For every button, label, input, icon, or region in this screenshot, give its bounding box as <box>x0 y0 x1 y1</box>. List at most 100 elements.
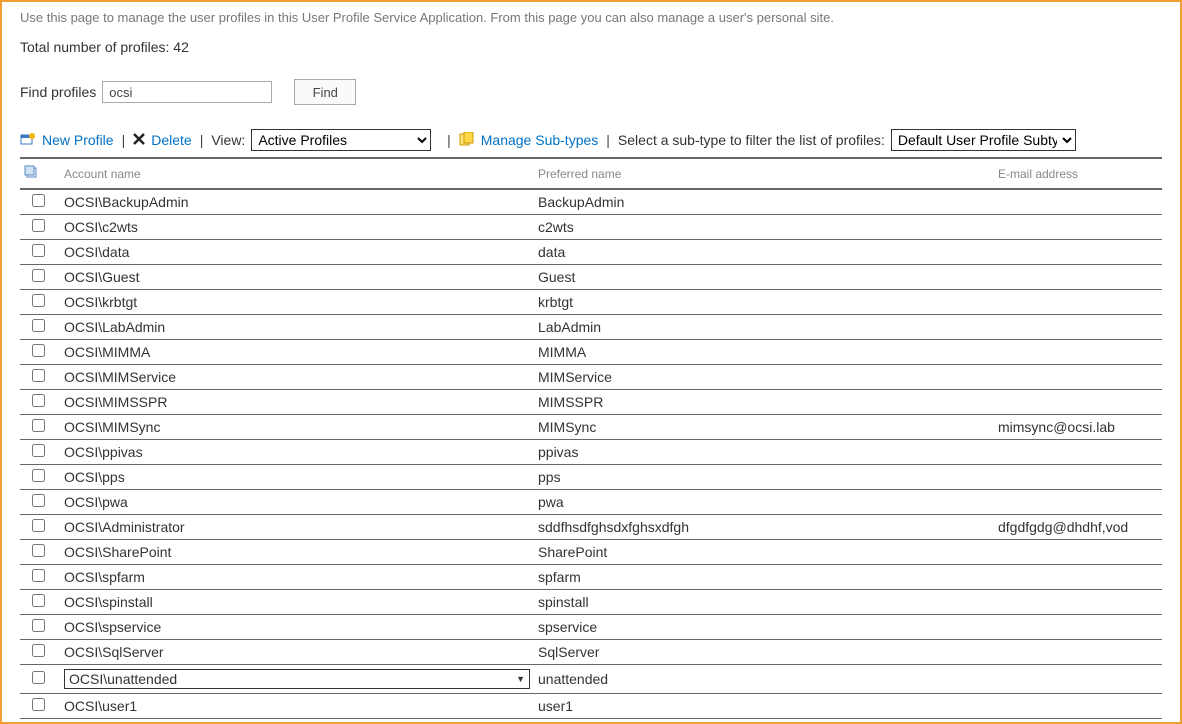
table-row: OCSI\spinstallspinstall <box>20 590 1162 615</box>
account-name[interactable]: OCSI\MIMSSPR <box>56 390 534 415</box>
account-name[interactable]: OCSI\SqlServer <box>56 640 534 665</box>
find-button[interactable]: Find <box>294 79 356 105</box>
preferred-name: data <box>534 240 994 265</box>
subtype-filter-label: Select a sub-type to filter the list of … <box>618 132 885 148</box>
account-name[interactable]: OCSI\BackupAdmin <box>56 189 534 215</box>
preferred-name: SharePoint <box>534 540 994 565</box>
account-name[interactable]: OCSI\MIMMA <box>56 340 534 365</box>
row-checkbox[interactable] <box>32 369 45 382</box>
email <box>994 440 1162 465</box>
account-name: OCSI\unattended <box>69 671 177 687</box>
delete-link[interactable]: Delete <box>151 132 191 148</box>
row-checkbox[interactable] <box>32 444 45 457</box>
preferred-name: MIMMA <box>534 340 994 365</box>
account-name[interactable]: OCSI\user1 <box>56 694 534 719</box>
account-name-selected[interactable]: OCSI\unattended ▼ <box>64 669 530 689</box>
account-name[interactable]: OCSI\data <box>56 240 534 265</box>
col-preferred-header[interactable]: Preferred name <box>534 159 994 189</box>
row-checkbox[interactable] <box>32 569 45 582</box>
table-row: OCSI\GuestGuest <box>20 265 1162 290</box>
select-all-header[interactable] <box>20 159 56 189</box>
row-checkbox[interactable] <box>32 698 45 711</box>
preferred-name: LabAdmin <box>534 315 994 340</box>
preferred-name: spservice <box>534 615 994 640</box>
preferred-name: MIMSSPR <box>534 390 994 415</box>
account-name[interactable]: OCSI\spinstall <box>56 590 534 615</box>
row-checkbox[interactable] <box>32 671 45 684</box>
table-row: OCSI\datadata <box>20 240 1162 265</box>
account-name[interactable]: OCSI\ppivas <box>56 440 534 465</box>
table-row: OCSI\spservicespservice <box>20 615 1162 640</box>
account-name[interactable]: OCSI\LabAdmin <box>56 315 534 340</box>
table-row: OCSI\MIMMAMIMMA <box>20 340 1162 365</box>
email <box>994 590 1162 615</box>
row-checkbox[interactable] <box>32 319 45 332</box>
find-input[interactable] <box>102 81 272 103</box>
separator: | <box>439 132 450 148</box>
account-name[interactable]: OCSI\SharePoint <box>56 540 534 565</box>
email <box>994 240 1162 265</box>
select-all-icon <box>24 165 38 179</box>
col-account-header[interactable]: Account name <box>56 159 534 189</box>
toolbar: New Profile | Delete | View: Active Prof… <box>20 129 1162 151</box>
chevron-down-icon[interactable]: ▼ <box>516 674 525 684</box>
email <box>994 465 1162 490</box>
table-row: OCSI\krbtgtkrbtgt <box>20 290 1162 315</box>
table-row: OCSI\c2wtsc2wts <box>20 215 1162 240</box>
account-name[interactable]: OCSI\Guest <box>56 265 534 290</box>
row-checkbox[interactable] <box>32 619 45 632</box>
subtype-select[interactable]: Default User Profile Subtype <box>891 129 1076 151</box>
preferred-name: MIMService <box>534 365 994 390</box>
account-name[interactable]: OCSI\Administrator <box>56 515 534 540</box>
account-name[interactable]: OCSI\spservice <box>56 615 534 640</box>
separator: | <box>606 132 610 148</box>
account-name[interactable]: OCSI\pps <box>56 465 534 490</box>
email <box>994 694 1162 719</box>
view-label: View: <box>211 132 245 148</box>
profiles-table: Account name Preferred name E-mail addre… <box>20 159 1162 719</box>
separator: | <box>122 132 126 148</box>
new-profile-link[interactable]: New Profile <box>42 132 114 148</box>
row-checkbox[interactable] <box>32 419 45 432</box>
table-row: OCSI\MIMServiceMIMService <box>20 365 1162 390</box>
row-checkbox[interactable] <box>32 219 45 232</box>
page-description: Use this page to manage the user profile… <box>20 10 1162 25</box>
view-select[interactable]: Active Profiles <box>251 129 431 151</box>
email <box>994 215 1162 240</box>
account-name[interactable]: OCSI\MIMSync <box>56 415 534 440</box>
row-checkbox[interactable] <box>32 469 45 482</box>
delete-icon <box>133 132 145 148</box>
row-checkbox[interactable] <box>32 494 45 507</box>
row-checkbox[interactable] <box>32 269 45 282</box>
row-checkbox[interactable] <box>32 394 45 407</box>
row-checkbox[interactable] <box>32 294 45 307</box>
preferred-name: MIMSync <box>534 415 994 440</box>
row-checkbox[interactable] <box>32 519 45 532</box>
email <box>994 390 1162 415</box>
preferred-name: ppivas <box>534 440 994 465</box>
email <box>994 640 1162 665</box>
row-checkbox[interactable] <box>32 544 45 557</box>
col-email-header[interactable]: E-mail address <box>994 159 1162 189</box>
row-checkbox[interactable] <box>32 244 45 257</box>
email <box>994 189 1162 215</box>
account-name[interactable]: OCSI\pwa <box>56 490 534 515</box>
table-row: OCSI\BackupAdminBackupAdmin <box>20 189 1162 215</box>
account-name[interactable]: OCSI\c2wts <box>56 215 534 240</box>
preferred-name: c2wts <box>534 215 994 240</box>
table-row: OCSI\unattended▼unattended <box>20 665 1162 694</box>
row-checkbox[interactable] <box>32 344 45 357</box>
preferred-name: spfarm <box>534 565 994 590</box>
table-row: OCSI\user1user1 <box>20 694 1162 719</box>
row-checkbox[interactable] <box>32 594 45 607</box>
account-name[interactable]: OCSI\spfarm <box>56 565 534 590</box>
manage-subtypes-link[interactable]: Manage Sub-types <box>481 132 599 148</box>
row-checkbox[interactable] <box>32 194 45 207</box>
account-name[interactable]: OCSI\MIMService <box>56 365 534 390</box>
table-row: OCSI\pwapwa <box>20 490 1162 515</box>
table-row: OCSI\SqlServerSqlServer <box>20 640 1162 665</box>
account-name[interactable]: OCSI\krbtgt <box>56 290 534 315</box>
email <box>994 290 1162 315</box>
find-row: Find profiles Find <box>20 79 1162 105</box>
row-checkbox[interactable] <box>32 644 45 657</box>
